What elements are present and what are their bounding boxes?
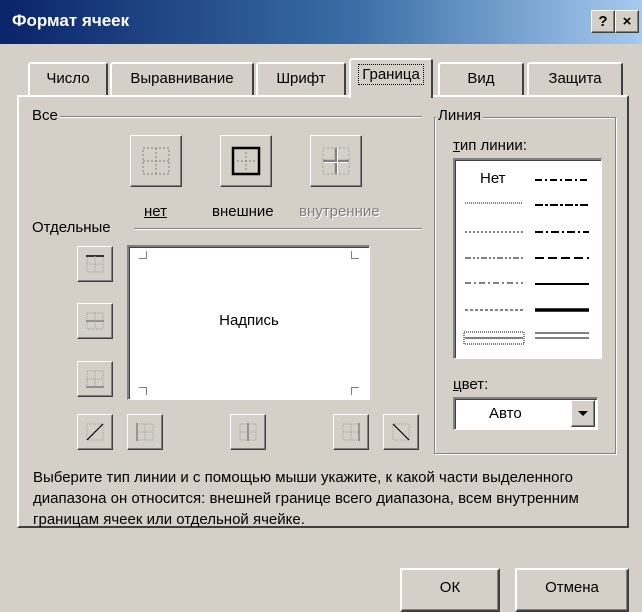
border-inside-vertical-icon [239, 423, 257, 441]
border-top-icon [86, 255, 104, 273]
presets-group-label: Все [30, 107, 60, 124]
border-inside-horizontal-button[interactable] [77, 303, 113, 339]
line-style-list[interactable]: Нет [453, 158, 602, 359]
border-inside-horizontal-icon [86, 312, 104, 330]
border-left-button[interactable] [127, 414, 163, 450]
border-inside-icon [322, 147, 350, 175]
borders-group-label: Отдельные [30, 219, 113, 236]
ok-button[interactable]: ОК [400, 568, 500, 612]
line-color-label: цвет: [453, 376, 489, 393]
border-right-button[interactable] [333, 414, 369, 450]
line-group-label: Линия [436, 107, 484, 124]
diagonal-down-icon [392, 423, 410, 441]
line-style-label-text: ип линии: [459, 137, 527, 154]
border-right-icon [342, 423, 360, 441]
border-inside-vertical-button[interactable] [230, 414, 266, 450]
preset-outline-label: внешние [212, 203, 274, 220]
help-text: Выберите тип линии и с помощью мыши укаж… [33, 469, 579, 528]
border-bottom-button[interactable] [77, 361, 113, 397]
border-diagonal-up-button[interactable] [77, 414, 113, 450]
preview-text: Надпись [219, 312, 279, 329]
border-left-icon [136, 423, 154, 441]
diagonal-up-icon [86, 423, 104, 441]
color-dropdown-button[interactable] [571, 400, 595, 427]
border-bottom-icon [86, 370, 104, 388]
preset-none-button[interactable] [130, 135, 182, 187]
border-preview[interactable]: Надпись [127, 245, 370, 400]
line-color-select[interactable]: Авто [453, 397, 598, 430]
cancel-button[interactable]: Отмена [515, 568, 629, 612]
border-top-button[interactable] [77, 246, 113, 282]
border-outline-icon [231, 146, 261, 176]
chevron-down-icon [578, 411, 588, 416]
preset-inside-label: внутренние [299, 203, 380, 220]
line-color-value: Авто [489, 405, 522, 422]
line-style-label: тип линии: [453, 137, 527, 154]
preset-outline-button[interactable] [220, 135, 272, 187]
border-none-icon [142, 147, 170, 175]
preset-none-label: нет [144, 203, 167, 220]
preset-inside-button[interactable] [310, 135, 362, 187]
line-style-swatches [463, 179, 589, 345]
border-diagonal-down-button[interactable] [383, 414, 419, 450]
